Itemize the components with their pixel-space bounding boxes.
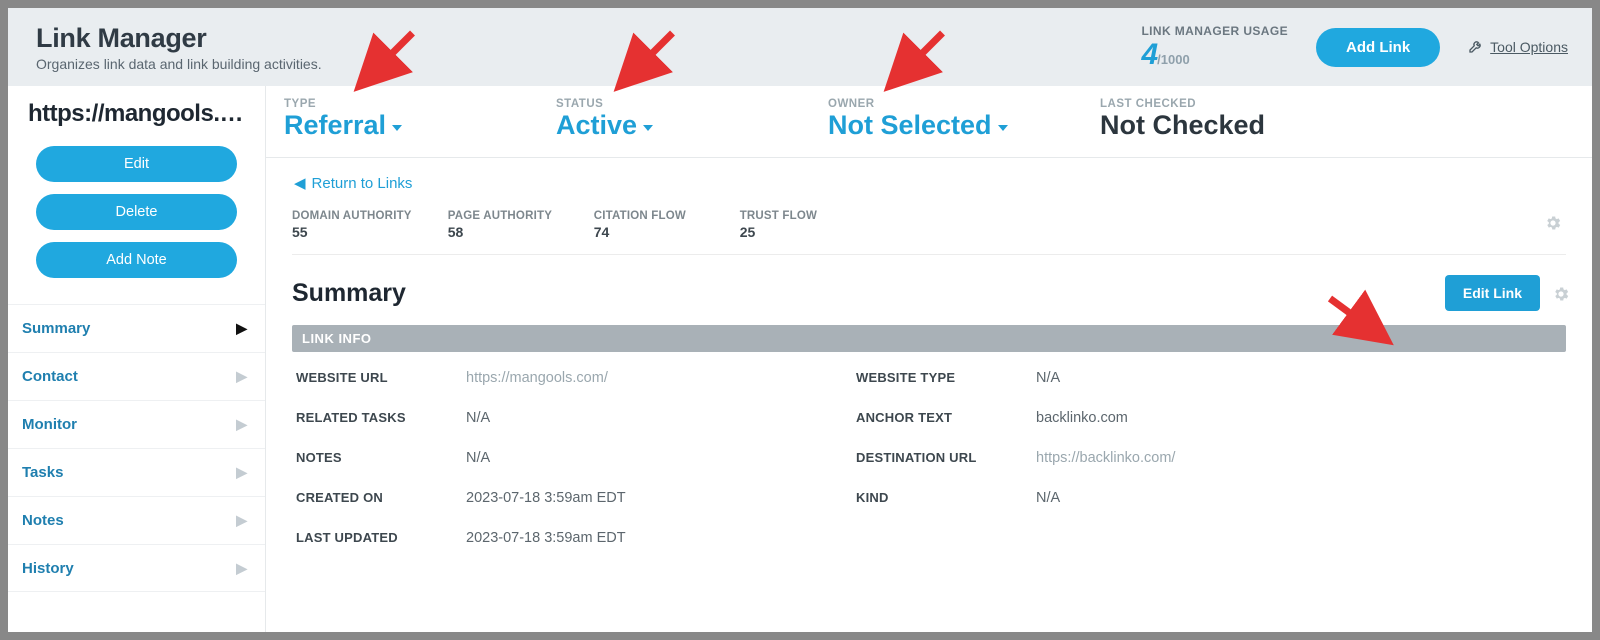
info-last-updated-value: 2023-07-18 3:59am EDT [466, 530, 846, 546]
metrics-row: DOMAIN AUTHORITY 55 PAGE AUTHORITY 58 CI… [292, 210, 1566, 240]
metric-tf-label: TRUST FLOW [740, 210, 850, 222]
info-notes-value: N/A [466, 450, 846, 466]
metric-pa-label: PAGE AUTHORITY [448, 210, 558, 222]
info-last-updated-label: LAST UPDATED [296, 530, 456, 546]
info-website-type-label: WEBSITE TYPE [856, 370, 1026, 386]
info-destination-url-value[interactable]: https://backlinko.com/ [1036, 450, 1562, 466]
divider [292, 254, 1566, 255]
sidebar-item-label: Summary [22, 320, 90, 337]
caret-left-icon: ◀ [294, 174, 306, 192]
summary-settings-button[interactable] [1552, 285, 1570, 308]
info-related-tasks-label: RELATED TASKS [296, 410, 456, 426]
info-related-tasks-value: N/A [466, 410, 846, 426]
info-website-type-value: N/A [1036, 370, 1562, 386]
metric-pa-value: 58 [448, 224, 558, 240]
edit-link-button[interactable]: Edit Link [1445, 275, 1540, 311]
sidebar: https://mangools.co… Edit Delete Add Not… [8, 86, 266, 632]
return-link-label: Return to Links [312, 175, 413, 192]
info-notes-label: NOTES [296, 450, 456, 466]
info-created-on-value: 2023-07-18 3:59am EDT [466, 490, 846, 506]
sidebar-url: https://mangools.co… [28, 100, 245, 128]
metric-cf-value: 74 [594, 224, 704, 240]
filter-status-label: STATUS [556, 98, 828, 110]
link-info-section-header: LINK INFO [292, 325, 1566, 352]
metric-da-value: 55 [292, 224, 412, 240]
filter-owner-label: OWNER [828, 98, 1100, 110]
caret-right-icon: ▶ [236, 464, 247, 481]
metric-da-label: DOMAIN AUTHORITY [292, 210, 412, 222]
filter-owner-value: Not Selected [828, 110, 992, 141]
sidebar-item-label: Contact [22, 368, 78, 385]
summary-title: Summary [292, 279, 406, 308]
usage-block: LINK MANAGER USAGE 4/1000 [1141, 24, 1288, 70]
metric-cf-label: CITATION FLOW [594, 210, 704, 222]
filter-lastchecked-value: Not Checked [1100, 110, 1265, 141]
content: ◀ Return to Links DOMAIN AUTHORITY 55 PA… [266, 158, 1592, 632]
filter-status-value: Active [556, 110, 637, 141]
caret-right-icon: ▶ [236, 416, 247, 433]
usage-total: /1000 [1157, 52, 1190, 67]
info-website-url-label: WEBSITE URL [296, 370, 456, 386]
filter-type-dropdown[interactable]: Referral [284, 110, 402, 141]
chevron-down-icon [392, 125, 402, 131]
page-subtitle: Organizes link data and link building ac… [36, 56, 1141, 72]
sidebar-item-label: Tasks [22, 464, 63, 481]
metric-tf-value: 25 [740, 224, 850, 240]
caret-right-icon: ▶ [236, 560, 247, 577]
sidebar-item-summary[interactable]: Summary ▶ [8, 304, 265, 352]
metrics-settings-button[interactable] [1544, 214, 1562, 237]
info-anchor-text-value: backlinko.com [1036, 410, 1562, 426]
sidebar-item-monitor[interactable]: Monitor ▶ [8, 400, 265, 448]
topbar: Link Manager Organizes link data and lin… [8, 8, 1592, 86]
sidebar-item-label: Monitor [22, 416, 77, 433]
info-kind-value: N/A [1036, 490, 1562, 506]
chevron-down-icon [643, 125, 653, 131]
sidebar-item-label: History [22, 560, 74, 577]
filter-lastchecked-label: LAST CHECKED [1100, 98, 1372, 110]
return-to-links-link[interactable]: ◀ Return to Links [294, 174, 412, 192]
sidebar-item-notes[interactable]: Notes ▶ [8, 496, 265, 544]
info-destination-url-label: DESTINATION URL [856, 450, 1026, 466]
usage-label: LINK MANAGER USAGE [1141, 24, 1288, 38]
sidebar-item-contact[interactable]: Contact ▶ [8, 352, 265, 400]
link-info-grid: WEBSITE URL https://mangools.com/ WEBSIT… [292, 352, 1566, 576]
info-kind-label: KIND [856, 490, 1026, 506]
tool-options-label: Tool Options [1490, 39, 1568, 55]
caret-right-icon: ▶ [236, 320, 247, 337]
filter-owner-dropdown[interactable]: Not Selected [828, 110, 1008, 141]
info-website-url-value[interactable]: https://mangools.com/ [466, 370, 846, 386]
info-anchor-text-label: ANCHOR TEXT [856, 410, 1026, 426]
filter-bar: TYPE Referral STATUS Active OWNER [266, 86, 1592, 158]
caret-right-icon: ▶ [236, 512, 247, 529]
sidebar-item-label: Notes [22, 512, 64, 529]
add-note-button[interactable]: Add Note [36, 242, 237, 278]
add-link-button[interactable]: Add Link [1316, 28, 1440, 67]
info-created-on-label: CREATED ON [296, 490, 456, 506]
page-title: Link Manager [36, 23, 1141, 54]
sidebar-item-history[interactable]: History ▶ [8, 544, 265, 592]
caret-right-icon: ▶ [236, 368, 247, 385]
filter-type-label: TYPE [284, 98, 556, 110]
filter-status-dropdown[interactable]: Active [556, 110, 653, 141]
sidebar-nav: Summary ▶ Contact ▶ Monitor ▶ Tasks ▶ No… [8, 304, 265, 592]
wrench-icon [1468, 38, 1484, 57]
filter-type-value: Referral [284, 110, 386, 141]
tool-options-link[interactable]: Tool Options [1468, 38, 1568, 57]
main: TYPE Referral STATUS Active OWNER [266, 86, 1592, 632]
chevron-down-icon [998, 125, 1008, 131]
usage-count: 4 [1141, 38, 1157, 71]
edit-button[interactable]: Edit [36, 146, 237, 182]
sidebar-item-tasks[interactable]: Tasks ▶ [8, 448, 265, 496]
delete-button[interactable]: Delete [36, 194, 237, 230]
